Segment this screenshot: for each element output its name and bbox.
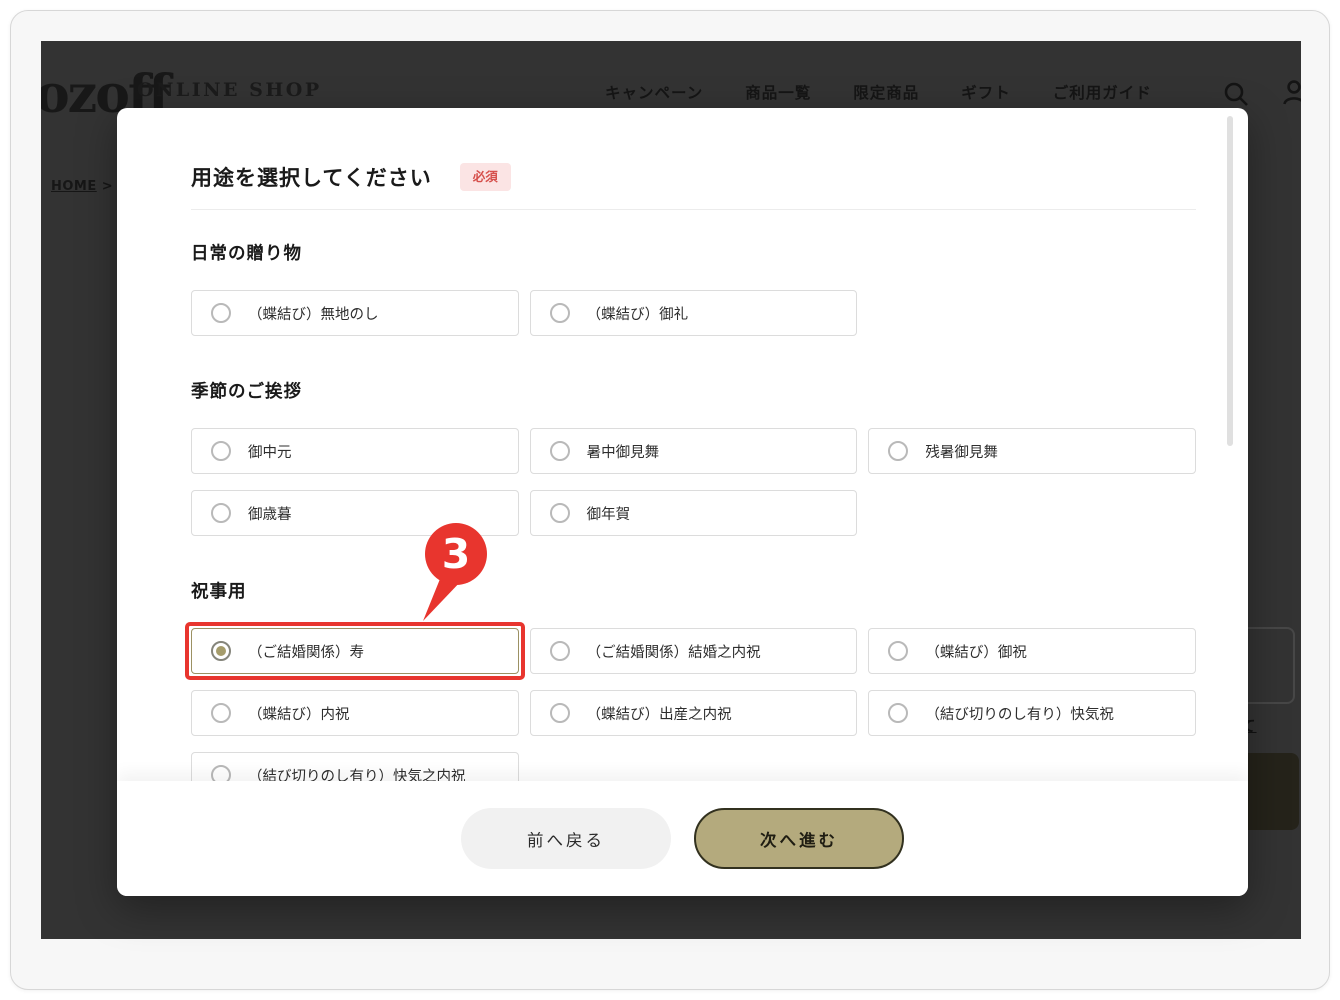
- radio-icon: [211, 441, 231, 461]
- radio-option-label: 御歳暮: [248, 503, 292, 524]
- header-nav: キャンペーン 商品一覧 限定商品 ギフト ご利用ガイド: [605, 81, 1152, 103]
- radio-option-uchiiwai[interactable]: （蝶結び）内祝: [191, 690, 519, 736]
- radio-option-label: 御中元: [248, 441, 292, 462]
- radio-option-kaiki-iwai[interactable]: （結び切りのし有り）快気祝: [868, 690, 1196, 736]
- radio-icon: [211, 703, 231, 723]
- section-heading: 祝事用: [191, 578, 1196, 603]
- radio-option-label: （蝶結び）御祝: [925, 641, 1027, 662]
- modal-title-row: 用途を選択してください 必須: [191, 162, 1196, 192]
- section-seasonal-greetings: 季節のご挨拶 御中元 暑中御見舞 残暑御見舞: [191, 378, 1196, 536]
- radio-icon: [550, 641, 570, 661]
- breadcrumb-separator: >: [102, 179, 113, 194]
- breadcrumb-home-link[interactable]: HOME: [51, 179, 97, 194]
- radio-option-kotobuki-selected[interactable]: （ご結婚関係）寿: [191, 628, 519, 674]
- browser-card: ozoff ONLINE SHOP キャンペーン 商品一覧 限定商品 ギフト ご…: [10, 10, 1330, 990]
- modal-title: 用途を選択してください: [191, 162, 432, 192]
- breadcrumb: HOME >: [51, 179, 113, 194]
- nav-item-guide[interactable]: ご利用ガイド: [1053, 81, 1152, 103]
- radio-option-label: （蝶結び）御礼: [587, 303, 689, 324]
- radio-option-plain-noshi[interactable]: （蝶結び）無地のし: [191, 290, 519, 336]
- next-button[interactable]: 次へ進む: [694, 808, 904, 869]
- radio-option-zansho-mimai[interactable]: 残暑御見舞: [868, 428, 1196, 474]
- radio-icon: [550, 503, 570, 523]
- radio-selected-icon: [211, 641, 231, 661]
- radio-option-label: （蝶結び）内祝: [248, 703, 350, 724]
- nav-item-gift[interactable]: ギフト: [961, 81, 1011, 103]
- radio-option-orei[interactable]: （蝶結び）御礼: [530, 290, 858, 336]
- back-button[interactable]: 前へ戻る: [461, 808, 671, 869]
- radio-icon: [211, 303, 231, 323]
- nav-item-campaign[interactable]: キャンペーン: [605, 81, 703, 103]
- title-divider: [191, 209, 1196, 210]
- required-badge: 必須: [460, 163, 511, 192]
- radio-icon: [550, 703, 570, 723]
- radio-icon: [211, 503, 231, 523]
- search-icon[interactable]: [1223, 81, 1249, 107]
- shop-logo-tagline: ONLINE SHOP: [137, 79, 322, 101]
- modal-scroll-area: 用途を選択してください 必須 日常の贈り物 （蝶結び）無地のし （蝶結び）御礼: [117, 108, 1248, 896]
- radio-option-oseibo[interactable]: 御歳暮: [191, 490, 519, 536]
- nav-item-limited[interactable]: 限定商品: [853, 81, 919, 103]
- radio-icon: [888, 641, 908, 661]
- radio-option-label: 御年賀: [587, 503, 631, 524]
- radio-icon: [888, 703, 908, 723]
- section-daily-gifts: 日常の贈り物 （蝶結び）無地のし （蝶結び）御礼: [191, 240, 1196, 336]
- radio-option-label: （ご結婚関係）結婚之内祝: [587, 641, 761, 662]
- radio-option-birth-uchiiwai[interactable]: （蝶結び）出産之内祝: [530, 690, 858, 736]
- section-heading: 日常の贈り物: [191, 240, 1196, 265]
- account-icon[interactable]: [1281, 79, 1301, 105]
- option-grid: （ご結婚関係）寿 （ご結婚関係）結婚之内祝 （蝶結び）御祝 （蝶結び）内祝: [191, 628, 1196, 798]
- option-grid: 御中元 暑中御見舞 残暑御見舞 御歳暮: [191, 428, 1196, 536]
- radio-option-label: 暑中御見舞: [587, 441, 660, 462]
- radio-option-oiwai[interactable]: （蝶結び）御祝: [868, 628, 1196, 674]
- nav-item-products[interactable]: 商品一覧: [745, 81, 811, 103]
- purpose-select-modal: 用途を選択してください 必須 日常の贈り物 （蝶結び）無地のし （蝶結び）御礼: [117, 108, 1248, 896]
- section-heading: 季節のご挨拶: [191, 378, 1196, 403]
- radio-option-label: 残暑御見舞: [925, 441, 998, 462]
- radio-icon: [888, 441, 908, 461]
- radio-option-label: （蝶結び）無地のし: [248, 303, 379, 324]
- radio-option-ochugen[interactable]: 御中元: [191, 428, 519, 474]
- modal-footer: 前へ戻る 次へ進む: [117, 781, 1248, 896]
- radio-icon: [550, 303, 570, 323]
- option-grid: （蝶結び）無地のし （蝶結び）御礼: [191, 290, 1196, 336]
- radio-option-shochu-mimai[interactable]: 暑中御見舞: [530, 428, 858, 474]
- radio-icon: [550, 441, 570, 461]
- radio-option-label: （蝶結び）出産之内祝: [587, 703, 732, 724]
- radio-option-wedding-uchiiwai[interactable]: （ご結婚関係）結婚之内祝: [530, 628, 858, 674]
- radio-option-onenga[interactable]: 御年賀: [530, 490, 858, 536]
- modal-scrollbar[interactable]: [1227, 116, 1233, 446]
- section-celebration: 祝事用 （ご結婚関係）寿 （ご結婚関係）結婚之内祝 （蝶結び）御祝: [191, 578, 1196, 798]
- radio-option-label: （ご結婚関係）寿: [248, 641, 364, 662]
- radio-option-label: （結び切りのし有り）快気祝: [925, 703, 1114, 724]
